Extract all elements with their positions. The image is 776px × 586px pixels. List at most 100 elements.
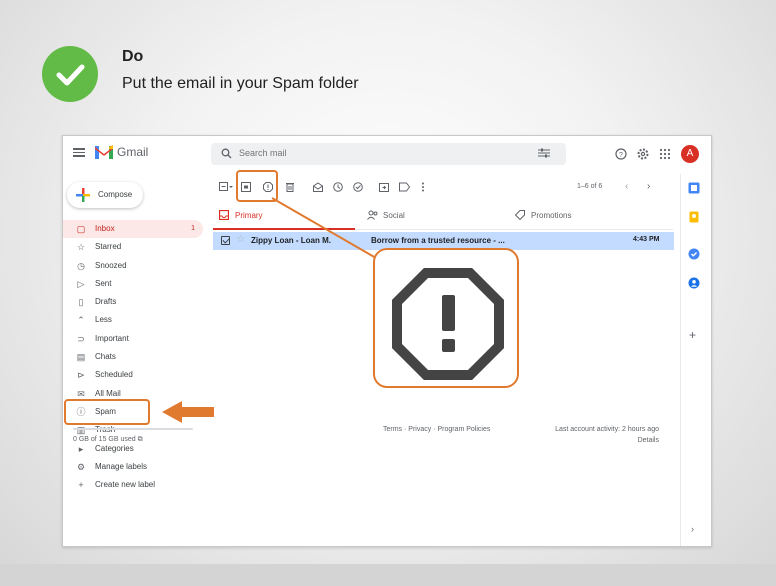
heading-title: Do [122,48,144,65]
menu-icon[interactable] [73,146,85,158]
footer-activity: Last account activity: 2 hours ago [555,426,659,433]
sidebar-item-scheduled[interactable]: ⊳ Scheduled [63,366,203,384]
sidebar-item-label: Snoozed [95,260,127,270]
search-bar[interactable] [211,143,566,165]
sidebar-item-chats[interactable]: ▤ Chats [63,348,203,366]
move-to-icon[interactable] [379,182,389,192]
sidebar-item-label: Less [95,315,112,325]
sidebar-item-label: Drafts [95,297,117,307]
tab-label: Promotions [531,211,572,220]
details-link[interactable]: Details [545,437,659,444]
snooze-icon[interactable] [333,182,343,192]
sidebar-item-less[interactable]: ⌃ Less [63,311,203,329]
calendar-icon[interactable] [688,182,700,194]
storage-info: 0 GB of 15 GB used ⧉ [73,428,213,444]
plus-icon: + [78,480,84,491]
storage-text: 0 GB of 15 GB used ⧉ [73,436,213,444]
sidebar-item-sent[interactable]: ▷ Sent [63,275,203,293]
inbox-icon [219,210,229,220]
compose-button[interactable]: Compose [67,182,143,208]
chevron-right-icon[interactable]: › [691,524,694,534]
add-addon-icon[interactable]: + [689,328,696,342]
footer-links[interactable]: Terms · Privacy · Program Policies [383,426,490,433]
select-checkbox-icon[interactable] [219,182,233,192]
arrow-left-icon [162,401,214,423]
label-icon[interactable] [399,182,410,192]
chevron-right-icon[interactable]: › [647,181,650,192]
avatar[interactable]: A [681,145,699,163]
sidebar-item-snoozed[interactable]: ◷ Snoozed [63,257,203,275]
pagination-text: 1–6 of 6 [577,183,603,190]
tab-label: Primary [235,211,263,220]
callout-connector [271,197,377,259]
filter-icon[interactable] [538,148,550,158]
gear-icon[interactable] [637,148,649,160]
sidebar-item-label: Important [95,333,129,343]
gmail-logo-icon[interactable] [95,145,113,159]
mark-unread-icon[interactable] [313,182,323,192]
send-icon: ▷ [77,278,85,289]
email-time: 4:43 PM [633,236,660,243]
tab-social[interactable]: Social [361,204,511,230]
external-link-icon[interactable]: ⧉ [138,436,143,443]
storage-label: 0 GB of 15 GB used [73,436,136,443]
more-vert-icon[interactable] [421,182,425,192]
sidebar-item-label: Create new label [95,480,156,490]
tasks-icon[interactable] [688,248,700,260]
check-icon [42,46,98,102]
search-icon[interactable] [221,148,232,159]
svg-text:?: ? [619,152,623,159]
sidebar-item-label: All Mail [95,388,121,398]
spam-highlight [64,399,150,425]
gear-icon: ⚙ [76,461,86,472]
keep-icon[interactable] [688,211,700,223]
plus-icon [76,188,90,202]
sidebar-item-important[interactable]: ⊃ Important [63,330,203,348]
bottom-band [0,564,776,586]
sidebar-item-create-label[interactable]: + Create new label [63,476,203,494]
gmail-topbar: Gmail ? A [63,136,711,174]
apps-grid-icon[interactable] [659,148,671,160]
row-checkbox[interactable] [221,236,230,245]
add-task-icon[interactable] [353,182,363,192]
side-panel-divider [680,174,681,546]
tag-icon [515,210,525,220]
sidebar-item-label: Manage labels [95,461,148,471]
search-input[interactable] [239,148,489,158]
mail-toolbar: 1–6 of 6 ‹ › [213,176,673,198]
delete-icon[interactable] [285,182,295,192]
zoomed-report-spam [373,248,519,388]
sidebar-item-label: Scheduled [95,370,133,380]
sidebar-item-label: Categories [95,443,134,453]
inbox-icon: ▢ [76,224,86,234]
sidebar-item-inbox[interactable]: ▢ Inbox 1 [63,220,203,239]
scheduled-icon: ⊳ [77,370,85,381]
contacts-icon[interactable] [688,277,700,289]
sidebar-item-label: Chats [95,352,116,362]
draft-icon: ▯ [78,297,84,308]
compose-label: Compose [98,190,133,199]
label-icon: ⊃ [77,333,85,344]
inbox-count: 1 [191,225,195,232]
sidebar-item-label: Inbox [95,224,115,233]
sidebar-nav: ▢ Inbox 1 ☆ Starred ◷ Snoozed ▷ Sent ▯ Drafts … [63,220,203,494]
sidebar-item-drafts[interactable]: ▯ Drafts [63,293,203,311]
chat-icon: ▤ [76,352,86,363]
storage-bar [73,428,193,430]
sidebar-item-starred[interactable]: ☆ Starred [63,238,203,256]
chevron-left-icon[interactable]: ‹ [625,181,628,192]
email-subject: Borrow from a trusted resource - ... [371,236,505,245]
gmail-wordmark: Gmail [117,145,149,159]
sidebar-item-label: Sent [95,278,112,288]
chevron-up-icon: ⌃ [77,315,85,326]
tab-label: Social [383,211,405,220]
help-icon[interactable]: ? [615,148,627,160]
star-icon[interactable]: ☆ [236,234,245,245]
clock-icon: ◷ [77,260,85,271]
sidebar-item-manage-labels[interactable]: ⚙ Manage labels [63,458,203,476]
sidebar-item-label: Starred [95,242,122,252]
report-spam-icon [392,268,504,380]
heading-subtitle: Put the email in your Spam folder [122,75,359,92]
tab-promotions[interactable]: Promotions [509,204,659,230]
star-icon: ☆ [76,242,86,253]
